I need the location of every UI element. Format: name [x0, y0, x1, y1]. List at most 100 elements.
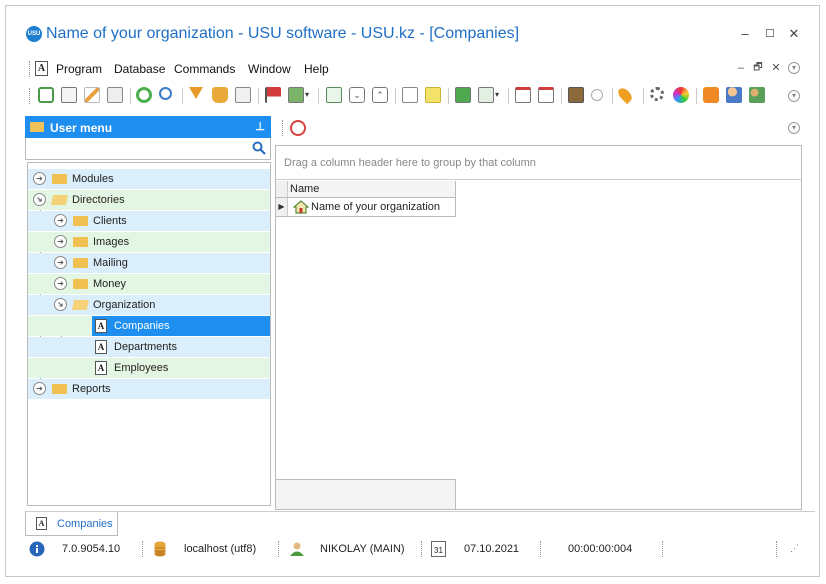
document-icon[interactable]: A: [35, 61, 48, 76]
note-icon[interactable]: [425, 87, 441, 103]
grid-toolbar: ▾: [282, 116, 812, 140]
close-window-icon[interactable]: [538, 87, 554, 103]
reload-icon[interactable]: [290, 120, 306, 136]
toolbar: ▾ ⌄ ⌃ ▾ ▾: [6, 84, 819, 108]
tree-node-clients[interactable]: ➔ Clients: [28, 211, 270, 231]
edit-icon[interactable]: [84, 87, 100, 103]
tree-node-label: Modules: [72, 173, 114, 185]
filter-settings-icon[interactable]: [212, 87, 228, 103]
tree-node-label: Employees: [114, 362, 169, 374]
search-icon[interactable]: [159, 87, 172, 100]
table-row[interactable]: ▶ Name of your organization: [276, 198, 456, 217]
toolbar-options-icon[interactable]: ▾: [788, 90, 800, 102]
tab-label: Companies: [57, 518, 113, 530]
add-icon[interactable]: [38, 87, 54, 103]
house-icon: [293, 200, 309, 214]
go-icon[interactable]: [591, 89, 603, 101]
grid-options-icon[interactable]: ▾: [788, 122, 800, 134]
tree-node-organization[interactable]: ➔ Organization: [28, 295, 270, 315]
tree-node-label: Departments: [114, 341, 177, 353]
flag-icon[interactable]: [265, 87, 281, 103]
user-menu-title: User menu: [50, 121, 113, 135]
tree-node-label: Reports: [72, 383, 111, 395]
expand-icon[interactable]: ➔: [54, 277, 67, 290]
clear-filter-icon[interactable]: [235, 87, 251, 103]
calendar-icon: 31: [431, 541, 446, 557]
tree-node-reports[interactable]: ➔ Reports: [28, 379, 270, 399]
row-indicator-header: [276, 181, 288, 197]
info-icon: [29, 541, 45, 557]
expand-icon[interactable]: ➔: [33, 382, 46, 395]
menu-database[interactable]: Database: [114, 62, 165, 76]
group-by-panel[interactable]: Drag a column header here to group by th…: [276, 146, 801, 180]
user-settings-icon[interactable]: [726, 87, 742, 103]
collapse-icon[interactable]: ➔: [51, 295, 70, 314]
refresh-icon[interactable]: [136, 87, 152, 103]
row-indicator-icon: ▶: [276, 198, 288, 216]
add-column-icon[interactable]: [402, 87, 418, 103]
toolbar-grip[interactable]: [29, 88, 31, 104]
collapse-icon[interactable]: ➔: [30, 190, 49, 209]
menu-window[interactable]: Window: [248, 62, 291, 76]
column-header-name[interactable]: Name: [276, 181, 456, 198]
tree-node-label: Mailing: [93, 257, 128, 269]
tree-node-images[interactable]: ➔ Images: [28, 232, 270, 252]
resize-grip-icon[interactable]: ⋰: [790, 543, 799, 554]
calendar-day: 31: [434, 546, 443, 555]
export-dropdown-icon[interactable]: ▾: [495, 87, 503, 103]
app-window: USU Name of your organization - USU soft…: [5, 5, 820, 577]
tab-companies[interactable]: A Companies: [25, 512, 118, 536]
tree-node-label: Images: [93, 236, 130, 248]
grid-toolbar-grip[interactable]: [282, 120, 284, 136]
title-bar: USU Name of your organization - USU soft…: [6, 6, 819, 58]
user-icon: [290, 542, 304, 556]
pin-icon[interactable]: ⊥: [255, 120, 265, 133]
delete-icon[interactable]: [107, 87, 123, 103]
close-button[interactable]: ✕: [785, 26, 803, 42]
rss-icon[interactable]: [703, 87, 719, 103]
users-group-icon[interactable]: [749, 87, 765, 103]
columns-icon[interactable]: [326, 87, 342, 103]
image-dropdown-icon[interactable]: ▾: [305, 87, 313, 103]
mdi-close-button[interactable]: ✕: [769, 61, 783, 75]
color-wheel-icon[interactable]: [673, 87, 689, 103]
expand-icon[interactable]: ➔: [54, 235, 67, 248]
filter-icon[interactable]: [189, 87, 203, 99]
export-excel-icon[interactable]: [455, 87, 471, 103]
tree-node-modules[interactable]: ➔ Modules: [28, 169, 270, 189]
tree-node-label: Directories: [72, 194, 125, 206]
expand-icon[interactable]: ➔: [54, 256, 67, 269]
mdi-minimize-button[interactable]: –: [734, 61, 748, 75]
maximize-button[interactable]: ☐: [761, 26, 779, 42]
settings-gear-icon[interactable]: [650, 87, 664, 101]
menubar-grip[interactable]: [29, 61, 31, 77]
tree-node-money[interactable]: ➔ Money: [28, 274, 270, 294]
tree-node-employees[interactable]: A Employees: [28, 358, 270, 378]
data-grid: Drag a column header here to group by th…: [275, 145, 802, 510]
user-menu-tree: ➔ Modules ➔ Directories ➔ Clients ➔ Imag…: [27, 162, 271, 506]
expand-icon[interactable]: ➔: [54, 214, 67, 227]
expand-all-icon[interactable]: ⌄: [349, 87, 365, 103]
menu-help[interactable]: Help: [304, 62, 329, 76]
expand-icon[interactable]: ➔: [33, 172, 46, 185]
tree-node-departments[interactable]: A Departments: [28, 337, 270, 357]
export-icon[interactable]: [478, 87, 494, 103]
import-icon[interactable]: [568, 87, 584, 103]
collapse-all-icon[interactable]: ⌃: [372, 87, 388, 103]
menubar-options-icon[interactable]: ▾: [788, 62, 800, 74]
menu-program[interactable]: Program: [56, 62, 102, 76]
menu-commands[interactable]: Commands: [174, 62, 235, 76]
copy-icon[interactable]: [61, 87, 77, 103]
search-icon[interactable]: [252, 141, 266, 155]
tree-node-label: Money: [93, 278, 127, 290]
image-icon[interactable]: [288, 87, 304, 103]
tree-node-companies-row: A Companies: [28, 316, 270, 336]
location-pin-icon[interactable]: [615, 85, 635, 105]
tree-node-directories[interactable]: ➔ Directories: [28, 190, 270, 210]
tree-node-mailing[interactable]: ➔ Mailing: [28, 253, 270, 273]
minimize-button[interactable]: –: [736, 26, 754, 42]
mdi-restore-button[interactable]: 🗗: [751, 61, 765, 75]
menu-search-box[interactable]: [25, 138, 271, 160]
usu-logo-icon: USU: [26, 26, 42, 42]
new-window-icon[interactable]: [515, 87, 531, 103]
